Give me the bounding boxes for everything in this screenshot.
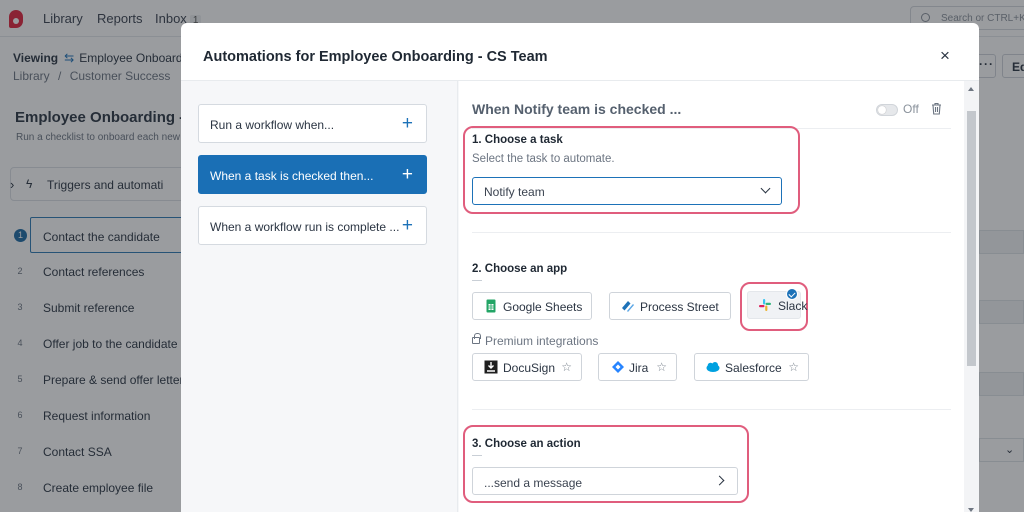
app-label: DocuSign xyxy=(503,361,556,375)
selected-check-icon xyxy=(786,288,798,300)
premium-integrations-label: Premium integrations xyxy=(472,333,599,348)
slack-icon xyxy=(759,299,771,311)
chevron-right-icon xyxy=(714,475,725,486)
divider xyxy=(472,409,951,410)
star-icon: ☆ xyxy=(561,360,572,374)
step1-subtitle: Select the task to automate. xyxy=(472,153,615,165)
scroll-up-icon[interactable] xyxy=(968,87,974,91)
app-label: Slack xyxy=(778,299,808,313)
automation-toggle[interactable] xyxy=(876,104,898,116)
app-label: Salesforce xyxy=(725,361,782,375)
title-underline xyxy=(472,455,482,456)
star-icon: ☆ xyxy=(656,360,667,374)
action-value: ...send a message xyxy=(484,476,583,490)
app-google-sheets[interactable]: Google Sheets xyxy=(472,292,592,320)
google-sheets-icon xyxy=(486,299,496,313)
trigger-label: When a workflow run is complete ... xyxy=(210,220,400,234)
jira-icon xyxy=(612,361,624,373)
app-label: Google Sheets xyxy=(503,300,583,314)
task-select[interactable]: Notify team xyxy=(472,177,782,205)
process-street-icon xyxy=(622,301,634,312)
lock-icon xyxy=(472,333,481,344)
divider xyxy=(472,232,951,233)
scrollbar[interactable] xyxy=(964,81,979,512)
step1-title: 1. Choose a task xyxy=(472,134,563,146)
add-icon: + xyxy=(401,164,413,185)
task-select-value: Notify team xyxy=(484,185,545,199)
step2-title: 2. Choose an app xyxy=(472,263,568,275)
trigger-workflow-run-complete[interactable]: When a workflow run is complete ... + xyxy=(198,206,427,245)
trigger-run-workflow-when[interactable]: Run a workflow when... + xyxy=(198,104,427,143)
chevron-down-icon xyxy=(760,183,771,194)
add-icon: + xyxy=(401,113,413,134)
step3-title: 3. Choose an action xyxy=(472,438,581,450)
trash-icon[interactable] xyxy=(931,102,942,115)
app-jira[interactable]: Jira ☆ xyxy=(598,353,677,381)
title-underline xyxy=(472,280,482,281)
trigger-task-checked[interactable]: When a task is checked then... + xyxy=(198,155,427,194)
premium-label: Premium integrations xyxy=(485,334,599,348)
modal-title: Automations for Employee Onboarding - CS… xyxy=(203,49,548,65)
trigger-panel: Run a workflow when... + When a task is … xyxy=(181,81,458,512)
app-docusign[interactable]: DocuSign ☆ xyxy=(472,353,582,381)
modal-header: Automations for Employee Onboarding - CS… xyxy=(181,23,979,81)
automation-config-panel: When Notify team is checked ... Off 1. C… xyxy=(458,81,979,512)
toggle-label: Off xyxy=(903,102,919,116)
add-icon: + xyxy=(401,215,413,236)
trigger-label: Run a workflow when... xyxy=(210,118,335,132)
automation-config-content: When Notify team is checked ... Off 1. C… xyxy=(459,81,964,512)
app-label: Process Street xyxy=(640,300,719,314)
app-label: Jira xyxy=(629,361,649,375)
app-process-street[interactable]: Process Street xyxy=(609,292,731,320)
salesforce-icon xyxy=(706,362,720,372)
app-salesforce[interactable]: Salesforce ☆ xyxy=(694,353,809,381)
scroll-thumb[interactable] xyxy=(967,111,976,366)
star-icon: ☆ xyxy=(788,360,799,374)
docusign-icon xyxy=(484,360,498,374)
action-select[interactable]: ...send a message xyxy=(472,467,738,495)
automation-header: When Notify team is checked ... xyxy=(472,101,682,117)
scroll-down-icon[interactable] xyxy=(968,508,974,512)
trigger-label: When a task is checked then... xyxy=(210,169,374,183)
automations-modal: Automations for Employee Onboarding - CS… xyxy=(181,23,979,512)
close-icon[interactable]: × xyxy=(937,47,953,65)
